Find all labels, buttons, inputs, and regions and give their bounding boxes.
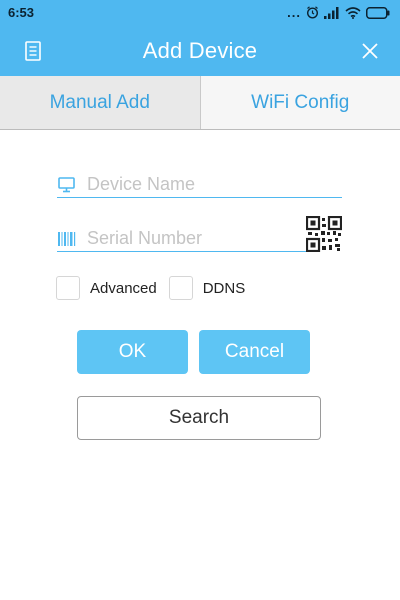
- tab-wifi-config[interactable]: WiFi Config: [200, 76, 400, 129]
- close-button[interactable]: [359, 40, 381, 62]
- device-name-input[interactable]: [87, 174, 297, 195]
- status-bar: 6:53 ...: [0, 0, 400, 25]
- serial-number-input[interactable]: [87, 228, 297, 249]
- page-title: Add Device: [142, 37, 258, 63]
- document-menu-button[interactable]: [22, 40, 44, 62]
- ok-button[interactable]: OK: [77, 330, 188, 374]
- serial-number-field: [57, 215, 343, 253]
- cancel-button[interactable]: Cancel: [199, 330, 310, 374]
- status-dots: ...: [287, 5, 301, 20]
- app-bar: Add Device: [0, 25, 400, 76]
- alarm-icon: [306, 6, 319, 19]
- advanced-checkbox[interactable]: [56, 276, 80, 300]
- status-time: 6:53: [8, 5, 35, 20]
- tab-bar: Manual Add WiFi Config: [0, 76, 400, 130]
- scan-qr-button[interactable]: [305, 215, 343, 253]
- status-icons: ...: [287, 5, 390, 20]
- signal-icon: [324, 6, 339, 19]
- document-icon: [25, 41, 41, 61]
- tab-manual-add[interactable]: Manual Add: [0, 76, 201, 129]
- device-name-field: [57, 172, 342, 198]
- monitor-icon: [57, 174, 79, 196]
- search-button[interactable]: Search: [77, 396, 321, 440]
- close-icon: [362, 43, 378, 59]
- ddns-label: DDNS: [202, 279, 246, 297]
- ddns-checkbox[interactable]: [168, 276, 193, 300]
- options-row: Advanced DDNS: [56, 276, 257, 300]
- advanced-label: Advanced: [90, 279, 157, 297]
- wifi-icon: [345, 6, 361, 19]
- qr-code-icon: [305, 215, 343, 253]
- barcode-icon: [57, 228, 79, 250]
- battery-icon: [366, 6, 390, 19]
